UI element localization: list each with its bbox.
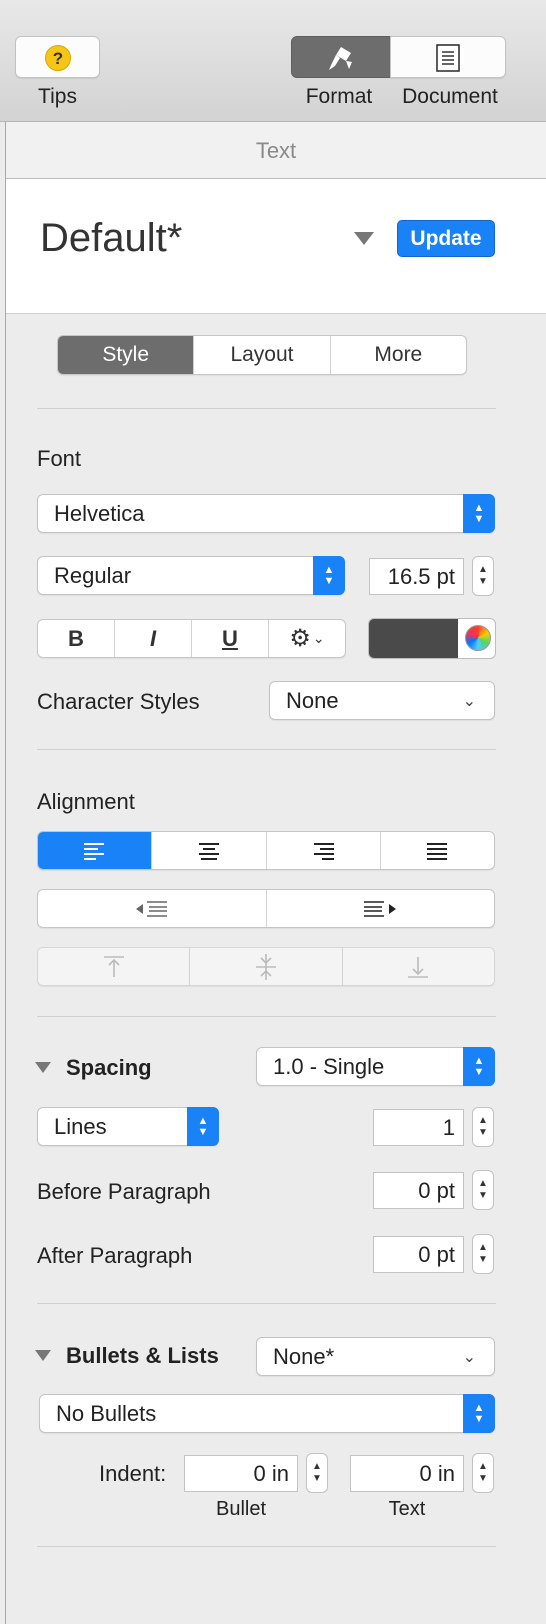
format-label: Format [305, 85, 373, 108]
tips-button[interactable]: ? [15, 36, 100, 78]
font-size-stepper[interactable]: ▲ ▼ [472, 556, 494, 596]
character-styles-label: Character Styles [37, 689, 200, 714]
align-right-icon [314, 842, 335, 860]
bullet-indent-caption: Bullet [215, 1498, 267, 1520]
popup-arrows-icon: ▲ ▼ [463, 1394, 495, 1433]
underline-button[interactable]: U [191, 620, 268, 657]
indent-buttons [37, 889, 495, 928]
paragraph-style-name[interactable]: Default* [40, 216, 182, 261]
chevron-down-icon: ⌄ [462, 1348, 476, 1366]
align-middle-icon [255, 953, 276, 980]
font-size-field[interactable]: 16.5 pt [369, 558, 464, 595]
alignment-section-label: Alignment [37, 789, 135, 814]
spacing-preset-popup[interactable]: 1.0 - Single ▲ ▼ [256, 1047, 495, 1086]
bullets-section-label: Bullets & Lists [66, 1343, 219, 1368]
chevron-down-icon: ⌄ [312, 630, 325, 646]
before-paragraph-field[interactable]: 0 pt [373, 1172, 464, 1209]
spacing-mode-popup[interactable]: Lines ▲ ▼ [37, 1107, 219, 1146]
align-bottom-icon [408, 956, 429, 978]
tab-style[interactable]: Style [58, 336, 194, 374]
before-paragraph-label: Before Paragraph [37, 1179, 211, 1204]
gear-icon: ⚙ [289, 625, 311, 652]
spacing-disclosure-triangle-icon[interactable] [35, 1062, 51, 1073]
question-icon: ? [45, 45, 71, 71]
popup-arrows-icon: ▲ ▼ [463, 494, 495, 533]
alignment-buttons [37, 831, 495, 870]
after-paragraph-stepper[interactable]: ▲ ▼ [472, 1234, 494, 1274]
divider [37, 1303, 496, 1304]
typeface-popup[interactable]: Regular ▲ ▼ [37, 556, 345, 595]
align-top-button[interactable] [38, 948, 190, 985]
text-color-control[interactable] [368, 618, 496, 659]
align-left-button[interactable] [38, 832, 152, 869]
align-top-icon [103, 955, 124, 977]
after-paragraph-field[interactable]: 0 pt [373, 1236, 464, 1273]
vertical-alignment-buttons [37, 947, 495, 986]
align-justify-icon [427, 842, 448, 860]
line-spacing-field[interactable]: 1 [373, 1109, 464, 1146]
divider [37, 1016, 496, 1017]
divider [37, 1546, 496, 1547]
divider [37, 408, 496, 409]
document-icon [436, 44, 460, 72]
increase-indent-icon [364, 900, 397, 917]
before-paragraph-stepper[interactable]: ▲ ▼ [472, 1170, 494, 1210]
align-center-button[interactable] [151, 832, 265, 869]
tab-bar: Style Layout More [57, 335, 467, 375]
text-indent-stepper[interactable]: ▲ ▼ [472, 1453, 494, 1493]
bullets-preset-value: None* [273, 1343, 335, 1369]
update-button[interactable]: Update [397, 220, 495, 257]
chevron-down-icon: ⌄ [462, 692, 476, 710]
bullets-disclosure-triangle-icon[interactable] [35, 1350, 51, 1361]
bullet-type-popup[interactable]: No Bullets ▲ ▼ [39, 1394, 495, 1433]
align-justify-button[interactable] [379, 832, 494, 869]
spacing-mode-value: Lines [54, 1113, 107, 1139]
font-section-label: Font [37, 446, 82, 471]
bold-button[interactable]: B [38, 620, 114, 657]
after-paragraph-label: After Paragraph [37, 1243, 193, 1268]
bullets-preset-popup[interactable]: None* ⌄ [256, 1337, 495, 1376]
decrease-indent-icon [135, 900, 167, 917]
popup-arrows-icon: ▲ ▼ [187, 1107, 219, 1146]
document-button[interactable] [390, 36, 506, 78]
italic-button[interactable]: I [114, 620, 191, 657]
text-indent-field[interactable]: 0 in [350, 1455, 464, 1492]
color-wheel-icon[interactable] [465, 625, 491, 651]
character-styles-popup[interactable]: None ⌄ [269, 681, 495, 720]
text-indent-caption: Text [388, 1498, 426, 1520]
tab-layout[interactable]: Layout [193, 336, 329, 374]
advanced-options-button[interactable]: ⚙ ⌄ [268, 620, 345, 657]
popup-arrows-icon: ▲ ▼ [313, 556, 345, 595]
spacing-preset-value: 1.0 - Single [273, 1053, 385, 1079]
tips-label: Tips [38, 85, 77, 108]
align-center-icon [198, 842, 219, 860]
text-style-buttons: B I U ⚙ ⌄ [37, 619, 346, 658]
line-spacing-stepper[interactable]: ▲ ▼ [472, 1107, 494, 1147]
popup-arrows-icon: ▲ ▼ [463, 1047, 495, 1086]
panel-title: Text [6, 122, 546, 179]
character-style-value: None [286, 687, 339, 713]
align-right-button[interactable] [265, 832, 380, 869]
align-bottom-button[interactable] [341, 948, 494, 985]
tab-more[interactable]: More [329, 336, 466, 374]
bullet-type-value: No Bullets [56, 1400, 157, 1426]
paintbrush-icon [329, 47, 352, 70]
font-family-value: Helvetica [54, 500, 145, 526]
indent-label: Indent: [99, 1461, 167, 1486]
decrease-indent-button[interactable] [38, 890, 266, 927]
typeface-value: Regular [54, 562, 132, 588]
bullet-indent-field[interactable]: 0 in [184, 1455, 298, 1492]
style-menu-triangle-icon[interactable] [354, 232, 374, 245]
bullet-indent-stepper[interactable]: ▲ ▼ [306, 1453, 328, 1493]
format-button[interactable] [291, 36, 391, 78]
spacing-section-label: Spacing [66, 1055, 152, 1080]
divider [37, 749, 496, 750]
align-left-icon [83, 842, 104, 860]
align-middle-button[interactable] [189, 948, 342, 985]
increase-indent-button[interactable] [265, 890, 495, 927]
font-family-popup[interactable]: Helvetica ▲ ▼ [37, 494, 495, 533]
text-color-well[interactable] [369, 619, 458, 658]
document-label: Document [402, 85, 498, 108]
